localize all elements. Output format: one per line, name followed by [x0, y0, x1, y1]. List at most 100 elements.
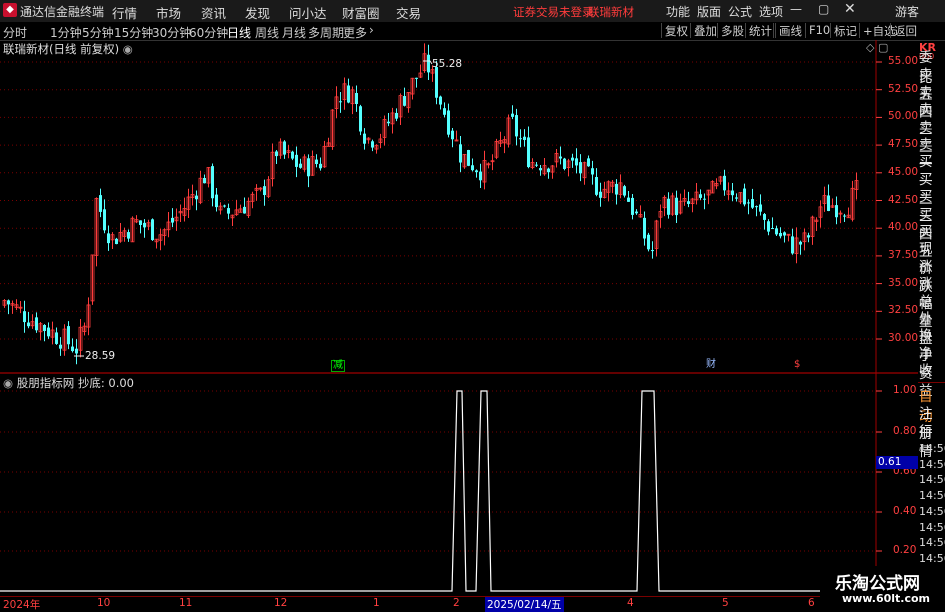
watermark-title: 乐淘公式网 — [835, 574, 920, 594]
quote-panel: KR 000 委比 卖五 卖四 卖三 卖二 卖一 买一 买二 买三 买四 买五 现价 涨跌 涨幅 总量 外盘换… — [918, 40, 945, 600]
candle-down — [243, 206, 246, 214]
period-monthly[interactable]: 月线 — [282, 24, 306, 41]
period-5min[interactable]: 5分钟 — [82, 24, 114, 41]
toolbar-biaoji[interactable]: 标记 — [830, 23, 860, 38]
signal-line — [0, 390, 876, 592]
menu-youke[interactable]: 游客 — [895, 3, 919, 20]
candle-down — [647, 234, 650, 250]
candle-down — [427, 54, 430, 73]
period-60min[interactable]: 60分钟 — [189, 24, 228, 41]
menu-shichang[interactable]: 市场 — [156, 3, 181, 22]
menu-gongshi[interactable]: 公式 — [728, 3, 752, 20]
period-multi[interactable]: 多周期 — [308, 24, 344, 41]
candle-down — [587, 158, 590, 167]
menu-jiaoyi[interactable]: 交易 — [396, 3, 421, 22]
kline-chart[interactable] — [0, 40, 918, 609]
candle-down — [807, 235, 810, 238]
stock-chart-title: 联瑞新材(日线 前复权) ◉ — [3, 42, 133, 56]
date-label: 4 — [627, 597, 634, 609]
candle-down — [467, 149, 470, 166]
candle-down — [115, 238, 118, 245]
toolbar-fanhui[interactable]: 返回 — [890, 23, 920, 38]
candle-down — [443, 108, 446, 115]
candle-down — [627, 197, 630, 202]
login-warning[interactable]: 证券交易未登录 — [513, 4, 594, 20]
period-fenshi[interactable]: 分时 — [3, 24, 27, 41]
menu-wenxiaoda[interactable]: 问小达 — [289, 3, 327, 22]
candle-down — [755, 206, 758, 208]
tick-time: 14:56 — [919, 551, 945, 565]
minimize-icon[interactable]: — — [790, 2, 802, 16]
event-marker-finance[interactable]: 财 — [706, 360, 716, 370]
toolbar-diejia[interactable]: 叠加 — [690, 23, 720, 38]
candle-down — [403, 96, 406, 106]
candle-down — [211, 166, 214, 199]
menu-banmian[interactable]: 版面 — [697, 3, 721, 20]
candle-down — [735, 197, 738, 199]
candle-down — [775, 228, 778, 235]
candle-down — [319, 163, 322, 169]
date-label: 6 — [808, 597, 815, 609]
toolbar-duogu[interactable]: 多股 — [717, 23, 747, 38]
candle-down — [523, 136, 526, 140]
menu-gongneng[interactable]: 功能 — [666, 3, 690, 20]
settings-circle-icon: ◉ — [122, 42, 133, 56]
indicator-series — [0, 390, 876, 592]
candle-down — [263, 186, 266, 196]
candle-down — [595, 177, 598, 195]
date-label: 11 — [179, 597, 193, 609]
period-daily[interactable]: 日线 — [227, 24, 251, 41]
period-more[interactable]: 更多 — [343, 24, 367, 41]
candle-down — [139, 220, 142, 225]
candle-down — [295, 154, 298, 167]
menu-faxian[interactable]: 发现 — [245, 3, 270, 22]
indicator-value-tag: 0.61 — [876, 456, 918, 469]
candle-down — [511, 113, 514, 117]
candle-down — [27, 322, 30, 327]
chart-option-icons[interactable]: ◇ ▢ — [866, 41, 888, 54]
tick-time: 14:56 — [919, 504, 945, 518]
close-icon[interactable]: ✕ — [844, 1, 856, 17]
watermark: 乐淘公式网 www.60lt.com — [820, 566, 945, 609]
watermark-url: www.60lt.com — [842, 592, 931, 605]
candle-down — [227, 208, 230, 214]
candle-down — [23, 311, 26, 323]
candle-down — [471, 165, 474, 171]
toolbar-tongji[interactable]: 统计 — [745, 23, 775, 38]
candle-down — [43, 324, 46, 331]
menu-hangqing[interactable]: 行情 — [112, 3, 137, 22]
candle-down — [75, 348, 78, 354]
candle-down — [791, 236, 794, 254]
candle-down — [387, 121, 390, 124]
candle-down — [687, 201, 690, 204]
candle-down — [763, 214, 766, 220]
menu-xuanxiang[interactable]: 选项 — [759, 3, 783, 20]
toolbar-huaxian[interactable]: 画线 — [775, 23, 805, 38]
period-weekly[interactable]: 周线 — [255, 24, 279, 41]
candle-down — [55, 332, 58, 344]
candle-down — [535, 164, 538, 166]
candle-down — [571, 157, 574, 161]
price-axis-label: 50.00 — [888, 110, 919, 123]
candle-down — [283, 141, 286, 155]
indicator-axis-label: 1.00 — [893, 384, 917, 396]
candle-down — [615, 183, 618, 195]
menu-zixun[interactable]: 资讯 — [201, 3, 226, 22]
candle-down — [435, 67, 438, 98]
indicator-title: ◉ 股朋指标网 抄底: 0.00 — [3, 376, 134, 390]
event-marker-dollar[interactable]: $ — [794, 360, 800, 370]
price-axis-label: 47.50 — [888, 138, 919, 151]
toolbar-fuquan[interactable]: 复权 — [661, 23, 691, 38]
candle-down — [835, 205, 838, 218]
chevron-right-icon[interactable]: › — [369, 23, 374, 37]
period-30min[interactable]: 30分钟 — [152, 24, 191, 41]
event-marker-reduce[interactable]: 减 — [331, 360, 345, 372]
price-axis-label: 55.00 — [888, 55, 919, 67]
candle-down — [59, 344, 62, 349]
period-1min[interactable]: 1分钟 — [50, 24, 82, 41]
menu-caifuquan[interactable]: 财富圈 — [342, 3, 380, 22]
period-15min[interactable]: 15分钟 — [114, 24, 153, 41]
price-axis-label: 35.00 — [888, 276, 919, 289]
toolbar-f10[interactable]: F10 — [805, 23, 833, 38]
restore-icon[interactable]: ▢ — [818, 2, 829, 16]
